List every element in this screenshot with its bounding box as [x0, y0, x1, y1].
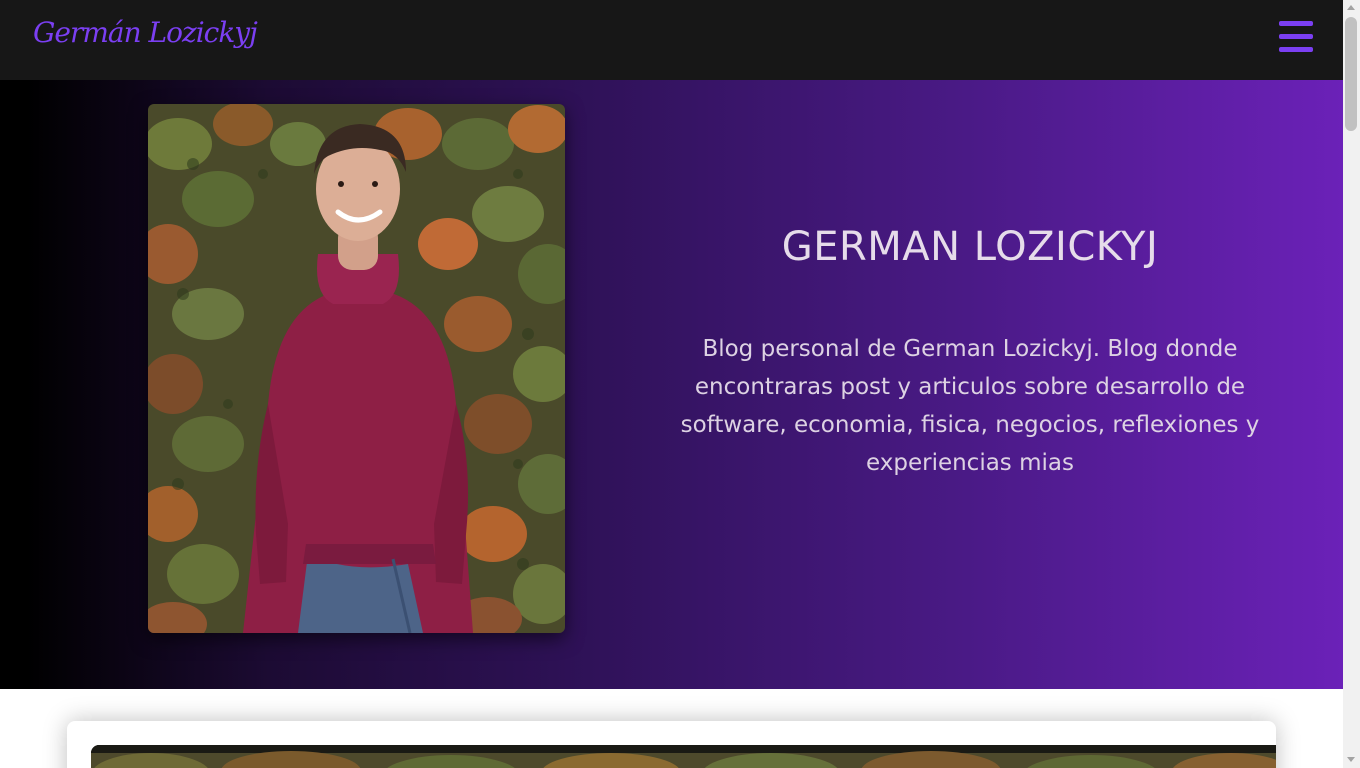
- profile-photo-illustration: [148, 104, 565, 633]
- hamburger-menu-icon[interactable]: [1279, 21, 1313, 53]
- top-navbar: Germán Lozickyj: [0, 0, 1343, 80]
- hero-description: Blog personal de German Lozickyj. Blog d…: [680, 336, 1260, 476]
- hero-section: GERMAN LOZICKYJ Blog personal de German …: [0, 80, 1343, 689]
- post-cover-illustration: [91, 745, 1276, 768]
- scroll-down-arrow-icon[interactable]: [1347, 757, 1355, 762]
- menu-bar-middle: [1279, 34, 1313, 39]
- hero-title: GERMAN LOZICKYJ: [781, 224, 1159, 270]
- menu-bar-top: [1279, 21, 1313, 26]
- menu-bar-bottom: [1279, 47, 1313, 52]
- scrollbar-thumb[interactable]: [1345, 17, 1357, 131]
- site-logo[interactable]: Germán Lozickyj: [33, 16, 258, 49]
- scroll-up-arrow-icon[interactable]: [1347, 5, 1355, 10]
- vertical-scrollbar[interactable]: [1343, 0, 1360, 768]
- post-card[interactable]: [67, 721, 1276, 768]
- profile-photo: [148, 104, 565, 633]
- post-cover-photo[interactable]: [91, 745, 1276, 768]
